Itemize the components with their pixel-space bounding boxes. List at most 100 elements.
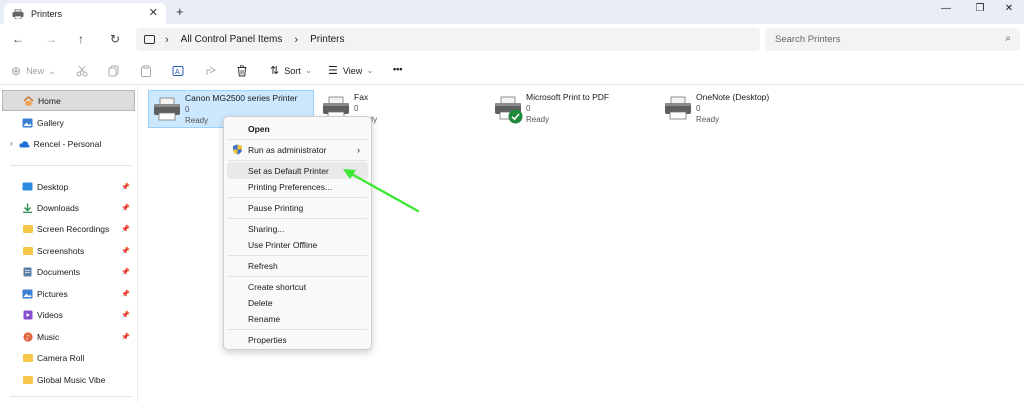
uac-shield-icon	[233, 144, 242, 155]
title-bar: Printers ✕ + — ❐ ✕	[0, 0, 1024, 24]
breadcrumb-separator-icon: ›	[165, 33, 169, 46]
printer-job-count: 0	[354, 104, 359, 113]
new-button[interactable]: ⊕ New ⌄	[11, 64, 56, 78]
printer-icon	[665, 96, 691, 120]
sidebar-item-label: Pictures	[37, 288, 68, 299]
menu-divider	[228, 197, 367, 198]
pin-icon[interactable]: 📌	[121, 183, 130, 191]
breadcrumb-control-panel[interactable]: All Control Panel Items	[181, 34, 283, 45]
address-bar[interactable]: › All Control Panel Items › Printers	[136, 28, 760, 51]
search-input[interactable]: Search Printers ⌕	[765, 28, 1020, 51]
minimize-icon[interactable]: —	[931, 3, 961, 14]
tab-printers[interactable]: Printers ✕	[4, 3, 166, 24]
sidebar-item-screen-recordings[interactable]: Screen Recordings 📌	[2, 218, 135, 239]
sidebar-item-camera-roll[interactable]: Camera Roll	[2, 347, 135, 368]
sidebar-item-screenshots[interactable]: Screenshots 📌	[2, 240, 135, 261]
sidebar-item-documents[interactable]: Documents 📌	[2, 261, 135, 282]
sidebar-item-onedrive[interactable]: › Rencel - Personal	[2, 133, 135, 154]
sidebar-divider	[10, 165, 132, 166]
sort-button[interactable]: ⇅ Sort ⌄	[270, 64, 312, 77]
breadcrumb-separator-icon: ›	[294, 33, 299, 46]
svg-text:♪: ♪	[25, 333, 29, 341]
expand-chevron-icon[interactable]: ›	[10, 139, 13, 148]
menu-item-rename[interactable]: Rename	[227, 310, 368, 327]
new-tab-icon[interactable]: +	[176, 4, 184, 19]
pin-icon[interactable]: 📌	[121, 311, 130, 319]
video-icon	[22, 310, 33, 320]
printer-item-microsoft-pdf[interactable]: Microsoft Print to PDF 0 Ready	[490, 90, 656, 128]
printer-icon	[154, 97, 180, 121]
menu-item-create-shortcut[interactable]: Create shortcut	[227, 278, 368, 295]
printer-name: OneNote (Desktop)	[696, 92, 770, 102]
restore-icon[interactable]: ❐	[965, 3, 995, 14]
pin-icon[interactable]: 📌	[121, 333, 130, 341]
more-options-icon[interactable]: •••	[393, 64, 402, 74]
view-button[interactable]: ☰ View ⌄	[328, 64, 374, 77]
sidebar-item-label: Home	[38, 95, 61, 106]
monitor-icon	[144, 35, 155, 44]
tab-close-icon[interactable]: ✕	[149, 6, 158, 19]
sidebar-item-videos[interactable]: Videos 📌	[2, 304, 135, 325]
menu-item-refresh[interactable]: Refresh	[227, 257, 368, 274]
breadcrumb-printers[interactable]: Printers	[310, 34, 344, 45]
sidebar-item-label: Downloads	[37, 202, 80, 213]
folder-icon	[22, 353, 33, 363]
sidebar-item-global-music-vibe[interactable]: Global Music Vibe	[2, 369, 135, 390]
refresh-icon[interactable]: ↻	[110, 32, 120, 46]
menu-item-set-default-printer[interactable]: Set as Default Printer	[227, 162, 368, 179]
menu-item-printing-preferences[interactable]: Printing Preferences...	[227, 178, 368, 195]
up-arrow-icon[interactable]: ↑	[78, 32, 84, 46]
rename-icon[interactable]: A	[172, 65, 184, 77]
view-icon: ☰	[328, 65, 338, 77]
desktop-icon	[22, 182, 33, 192]
back-arrow-icon[interactable]: ←	[12, 32, 24, 46]
menu-item-properties[interactable]: Properties	[227, 331, 368, 348]
menu-item-sharing[interactable]: Sharing...	[227, 220, 368, 237]
menu-item-pause-printing[interactable]: Pause Printing	[227, 199, 368, 216]
sidebar-item-pictures[interactable]: Pictures 📌	[2, 283, 135, 304]
printer-job-count: 0	[185, 105, 190, 114]
printer-name: Microsoft Print to PDF	[526, 92, 610, 102]
menu-item-use-printer-offline[interactable]: Use Printer Offline	[227, 236, 368, 253]
folder-icon	[22, 224, 33, 234]
sidebar-divider	[10, 396, 132, 397]
menu-item-open[interactable]: Open	[227, 120, 368, 137]
menu-item-delete[interactable]: Delete	[227, 294, 368, 311]
sidebar-item-desktop[interactable]: Desktop 📌	[2, 176, 135, 197]
close-window-icon[interactable]: ✕	[994, 3, 1024, 14]
chevron-down-icon: ⌄	[304, 65, 313, 75]
folder-icon	[22, 375, 33, 385]
sidebar-item-gallery[interactable]: Gallery	[2, 112, 135, 133]
sidebar-item-music[interactable]: ♪ Music 📌	[2, 326, 135, 347]
forward-arrow-icon[interactable]: →	[45, 32, 57, 46]
menu-item-run-as-administrator[interactable]: Run as administrator ›	[227, 141, 368, 158]
cloud-icon	[19, 139, 30, 149]
svg-text:A: A	[175, 69, 180, 76]
sidebar-item-label: Desktop	[37, 181, 69, 192]
printer-icon	[12, 8, 24, 19]
sort-label: Sort	[284, 65, 301, 76]
pin-icon[interactable]: 📌	[121, 290, 130, 298]
sidebar-item-downloads[interactable]: Downloads 📌	[2, 197, 135, 218]
search-icon[interactable]: ⌕	[1005, 33, 1011, 44]
pin-icon[interactable]: 📌	[121, 247, 130, 255]
sidebar-item-label: Music	[37, 331, 60, 342]
pin-icon[interactable]: 📌	[121, 268, 130, 276]
sidebar-item-home[interactable]: Home	[2, 90, 135, 111]
menu-divider	[228, 329, 367, 330]
sidebar-item-label: Documents	[37, 266, 80, 277]
context-menu: Open Run as administrator › Set as Defau…	[223, 116, 372, 350]
music-icon: ♪	[22, 331, 33, 342]
share-icon[interactable]	[205, 65, 217, 77]
printer-item-onenote[interactable]: OneNote (Desktop) 0 Ready	[660, 90, 826, 128]
cut-icon[interactable]	[76, 65, 88, 77]
chevron-down-icon: ⌄	[366, 65, 374, 75]
tab-title: Printers	[31, 8, 63, 19]
pin-icon[interactable]: 📌	[121, 225, 130, 233]
delete-icon[interactable]	[236, 65, 248, 77]
printer-status: Ready	[696, 115, 720, 124]
paste-icon[interactable]	[140, 65, 152, 77]
pin-icon[interactable]: 📌	[121, 204, 130, 212]
home-icon	[23, 95, 34, 106]
copy-icon[interactable]	[108, 65, 120, 77]
